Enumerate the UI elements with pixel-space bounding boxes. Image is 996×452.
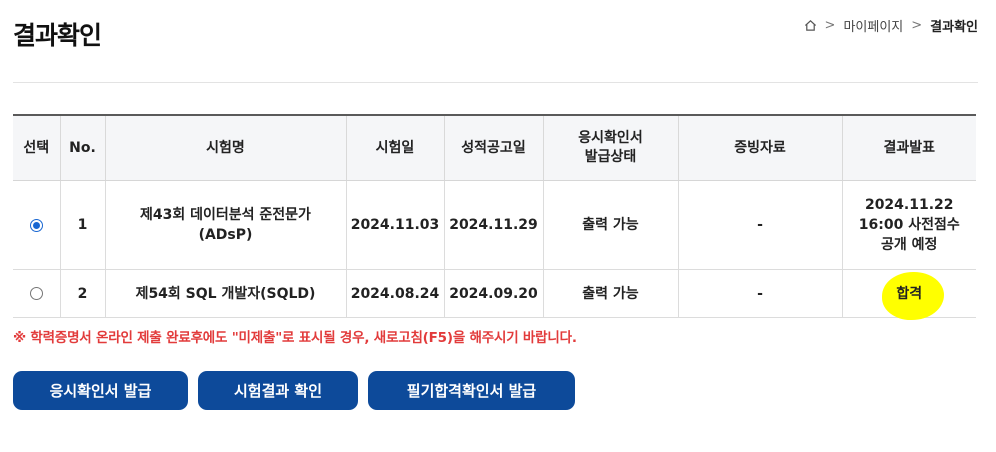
result-cell: 2024.11.22 16:00 사전점수 공개 예정 — [841, 180, 976, 270]
evidence-cell: - — [677, 180, 842, 270]
header-evidence: 증빙자료 — [677, 114, 842, 181]
exam-date-cell: 2024.11.03 — [345, 180, 444, 270]
cert-status-cell: 출력 가능 — [542, 269, 678, 318]
evidence-cell: - — [677, 269, 842, 318]
header-score-date: 성적공고일 — [443, 114, 543, 181]
row-select-radio[interactable] — [29, 218, 43, 232]
no-cell: 2 — [59, 269, 105, 318]
select-cell — [13, 180, 60, 270]
select-cell — [13, 269, 60, 318]
breadcrumb-item-mypage[interactable]: 마이페이지 — [843, 16, 903, 35]
header-cert-status: 응시확인서 발급상태 — [542, 114, 678, 181]
cert-issue-button[interactable]: 응시확인서 발급 — [13, 371, 188, 410]
cert-status-cell: 출력 가능 — [542, 180, 678, 270]
title-divider — [13, 82, 978, 83]
header-exam-name: 시험명 — [104, 114, 346, 181]
exam-result-table: 선택 No. 시험명 시험일 성적공고일 응시확인서 발급상태 증빙자료 결과발… — [13, 114, 976, 320]
table-row[interactable]: 2 제54회 SQL 개발자(SQLD) 2024.08.24 2024.09.… — [13, 269, 976, 320]
exam-date-cell: 2024.08.24 — [345, 269, 444, 318]
home-icon[interactable] — [804, 19, 817, 32]
table-row[interactable]: 1 제43회 데이터분석 준전문가 (ADsP) 2024.11.03 2024… — [13, 180, 976, 270]
header-exam-date: 시험일 — [345, 114, 444, 181]
no-cell: 1 — [59, 180, 105, 270]
exam-name-cell: 제43회 데이터분석 준전문가 (ADsP) — [104, 180, 346, 270]
result-pass-label: 합격 — [896, 285, 923, 302]
score-date-cell: 2024.11.29 — [443, 180, 543, 270]
page-title: 결과확인 — [13, 21, 102, 50]
written-pass-issue-button[interactable]: 필기합격확인서 발급 — [368, 371, 575, 410]
header-no: No. — [59, 114, 105, 181]
result-pass: 합격 — [882, 271, 945, 320]
breadcrumb-item-current: 결과확인 — [930, 20, 978, 35]
exam-name-cell: 제54회 SQL 개발자(SQLD) — [104, 269, 346, 318]
notice-text: ※ 학력증명서 온라인 제출 완료후에도 "미제출"로 표시될 경우, 새로고침… — [13, 330, 577, 346]
chevron-right-icon: > — [824, 18, 836, 33]
score-date-cell: 2024.09.20 — [443, 269, 543, 318]
breadcrumb: > 마이페이지 > 결과확인 — [804, 16, 978, 35]
header-result: 결과발표 — [841, 114, 976, 181]
header-select: 선택 — [13, 114, 60, 181]
table-header-row: 선택 No. 시험명 시험일 성적공고일 응시확인서 발급상태 증빙자료 결과발… — [13, 114, 976, 181]
chevron-right-icon: > — [911, 18, 923, 33]
row-select-radio[interactable] — [29, 287, 43, 300]
result-check-button[interactable]: 시험결과 확인 — [198, 371, 358, 410]
result-cell: 합격 — [841, 269, 976, 320]
